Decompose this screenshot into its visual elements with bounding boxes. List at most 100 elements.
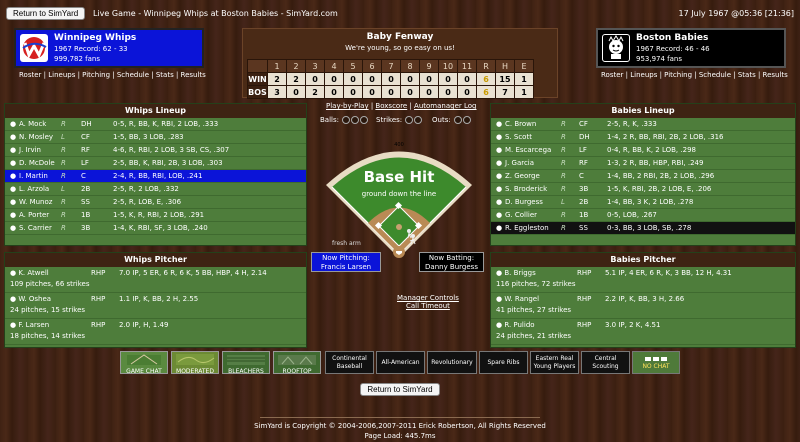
player-name[interactable]: S. Carrier — [19, 222, 52, 235]
pitcher-row[interactable]: ● R. Pulido RHP 3.0 IP, 2 K, 4.51 24 pitche… — [491, 319, 795, 345]
pitcher-throws: RHP — [91, 269, 106, 277]
player-name[interactable]: A. Porter — [19, 209, 49, 222]
lineup-row[interactable]: ● G. Collier R 1B 0-5, LOB, .267 — [491, 209, 795, 222]
player-name[interactable]: S. Broderick — [505, 183, 547, 196]
lineup-row[interactable]: ● L. Arzola L 2B 2-5, R, 2 LOB, .332 — [5, 183, 306, 196]
no-chat-button[interactable]: NO CHAT — [632, 351, 680, 374]
away-stats-link[interactable]: Stats — [156, 71, 174, 79]
player-name[interactable]: J. Irvin — [19, 144, 41, 157]
away-results-link[interactable]: Results — [181, 71, 206, 79]
return-to-simyard-button[interactable]: Return to SimYard — [6, 7, 86, 20]
lineup-row[interactable]: ● S. Scott R DH 1-4, 2 R, BB, RBI, 2B, 2 LOB… — [491, 131, 795, 144]
bullet-icon: ● — [496, 224, 503, 232]
pitcher-name[interactable]: ● K. Atwell — [10, 269, 49, 277]
lineup-row[interactable]: ● W. Munoz R SS 2-5, R, LOB, E, .306 — [5, 196, 306, 209]
pitcher-name[interactable]: ● F. Larsen — [10, 321, 49, 329]
inning-header: 10 — [438, 59, 458, 73]
automanager-log-link[interactable]: Automanager Log — [414, 102, 476, 110]
bats-hand: R — [61, 146, 66, 154]
player-game-stats: 0-3, BB, 3 LOB, SB, .278 — [607, 224, 692, 232]
lineup-row[interactable]: ● J. Irvin R RF 4-6, R, RBI, 2 LOB, 3 SB, CS… — [5, 144, 306, 157]
bullet-icon: ● — [10, 185, 17, 193]
away-lineups-link[interactable]: Lineups — [48, 71, 75, 79]
home-lineups-link[interactable]: Lineups — [630, 71, 657, 79]
footer-return-button[interactable]: Return to SimYard — [360, 383, 440, 396]
player-name[interactable]: R. Eggleston — [505, 222, 549, 235]
bullet-icon: ● — [496, 198, 503, 206]
lineup-row[interactable]: ● C. Brown R CF 2-5, R, K, .333 — [491, 118, 795, 131]
pitcher-row[interactable]: ● W. Oshea RHP 1.1 IP, K, BB, 2 H, 2.55 24 … — [5, 293, 306, 319]
continental-baseball-button[interactable]: Continental Baseball — [325, 351, 374, 374]
lineup-row[interactable]: ● S. Broderick R 3B 1-5, K, RBI, 2B, 2 LOB, … — [491, 183, 795, 196]
rooftop-chat-button[interactable]: ROOFTOP — [273, 351, 321, 375]
player-position: SS — [579, 224, 588, 232]
away-pitching-link[interactable]: Pitching — [82, 71, 110, 79]
player-name[interactable]: D. Burgess — [505, 196, 543, 209]
player-position: DH — [579, 133, 590, 141]
player-name[interactable]: G. Collier — [505, 209, 537, 222]
moderated-chat-button[interactable]: MODERATED — [171, 351, 219, 375]
player-position: 2B — [579, 198, 589, 206]
eastern-real-young-players-button[interactable]: Eastern Real Young Players — [530, 351, 579, 374]
player-name[interactable]: N. Mosley — [19, 131, 53, 144]
lineup-row[interactable]: ● A. Mock R DH 0-5, R, BB, K, RBI, 2 LOB, .3… — [5, 118, 306, 131]
home-stats-link[interactable]: Stats — [738, 71, 756, 79]
pitcher-row[interactable]: ● W. Rangel RHP 2.2 IP, K, BB, 3 H, 2.66 41… — [491, 293, 795, 319]
manager-controls-link[interactable]: Manager Controls — [397, 294, 459, 302]
lineup-row[interactable]: ● S. Carrier R 3B 1-4, K, RBI, SF, 3 LOB, .2… — [5, 222, 306, 235]
lineup-row[interactable]: ● N. Mosley L CF 1-5, BB, 3 LOB, .283 — [5, 131, 306, 144]
lineup-row[interactable]: ● A. Porter R 1B 1-5, K, R, RBI, 2 LOB, .291 — [5, 209, 306, 222]
line-score-team: BOS — [247, 85, 268, 99]
pitcher-name[interactable]: ● W. Oshea — [10, 295, 51, 303]
player-name[interactable]: L. Arzola — [19, 183, 49, 196]
lineup-row[interactable]: ● D. McDole R LF 2-5, BB, K, RBI, 2B, 3 LOB,… — [5, 157, 306, 170]
player-name[interactable]: C. Brown — [505, 118, 536, 131]
lineup-row[interactable]: ● D. Burgess L 2B 1-4, BB, 3 K, 2 LOB, .278 — [491, 196, 795, 209]
player-name[interactable]: M. Escarcega — [505, 144, 551, 157]
player-position: 2B — [81, 185, 91, 193]
player-name[interactable]: W. Munoz — [19, 196, 52, 209]
pitcher-row[interactable]: ● K. Atwell RHP 7.0 IP, 5 ER, 6 R, 6 K, 5 … — [5, 267, 306, 293]
bleachers-chat-button[interactable]: BLEACHERS — [222, 351, 270, 375]
all-american-button[interactable]: All-American — [376, 351, 425, 374]
pitcher-throws: RHP — [577, 269, 592, 277]
player-name[interactable]: A. Mock — [19, 118, 46, 131]
home-pitching-link[interactable]: Pitching — [664, 71, 692, 79]
game-chat-button[interactable]: GAME CHAT — [120, 351, 168, 375]
footer-divider — [260, 417, 540, 418]
home-schedule-link[interactable]: Schedule — [699, 71, 731, 79]
player-name[interactable]: D. McDole — [19, 157, 55, 170]
inning-score: 0 — [381, 85, 401, 99]
player-position: CF — [579, 120, 588, 128]
line-score-header: 1 2 3 4 5 6 7 8 9 10 11 R H E — [247, 59, 534, 73]
away-roster-link[interactable]: Roster — [19, 71, 41, 79]
lineup-row[interactable]: ● M. Escarcega R LF 0-4, R, BB, K, 2 LOB, .2… — [491, 144, 795, 157]
play-by-play-link[interactable]: Play-by-Play — [326, 102, 369, 110]
spare-ribs-button[interactable]: Spare Ribs — [479, 351, 528, 374]
boxscore-link[interactable]: Boxscore — [375, 102, 407, 110]
call-timeout-link[interactable]: Call Timeout — [406, 302, 450, 310]
away-team-fans: 999,782 fans — [54, 55, 101, 63]
pitcher-name[interactable]: ● B. Briggs — [496, 269, 536, 277]
player-name[interactable]: J. Garcia — [505, 157, 534, 170]
lineup-row[interactable]: ● I. Martin R C 2-4, R, BB, RBI, LOB, .241 — [5, 170, 306, 183]
away-schedule-link[interactable]: Schedule — [117, 71, 149, 79]
pitcher-name[interactable]: ● R. Pulido — [496, 321, 535, 329]
home-roster-link[interactable]: Roster — [601, 71, 623, 79]
away-hits: 15 — [495, 72, 515, 86]
lineup-row[interactable]: ● R. Eggleston R SS 0-3, BB, 3 LOB, SB, .278 — [491, 222, 795, 235]
bats-hand: R — [561, 120, 566, 128]
bats-hand: R — [561, 211, 566, 219]
lineup-row[interactable]: ● Z. George R C 1-4, BB, 2 RBI, 2B, 2 LOB, .… — [491, 170, 795, 183]
lineup-row[interactable]: ● J. Garcia R RF 1-3, 2 R, BB, HBP, RBI, .24… — [491, 157, 795, 170]
pitcher-row[interactable]: ● B. Briggs RHP 5.1 IP, 4 ER, 6 R, K, 3 BB… — [491, 267, 795, 293]
revolutionary-button[interactable]: Revolutionary — [427, 351, 477, 374]
game-chat-label: GAME CHAT — [126, 368, 162, 375]
player-name[interactable]: S. Scott — [505, 131, 532, 144]
player-name[interactable]: Z. George — [505, 170, 540, 183]
central-scouting-button[interactable]: Central Scouting — [581, 351, 630, 374]
player-name[interactable]: I. Martin — [19, 170, 48, 183]
home-results-link[interactable]: Results — [763, 71, 788, 79]
pitcher-row[interactable]: ● F. Larsen RHP 2.0 IP, H, 1.49 18 pitches,… — [5, 319, 306, 345]
pitcher-name[interactable]: ● W. Rangel — [496, 295, 539, 303]
